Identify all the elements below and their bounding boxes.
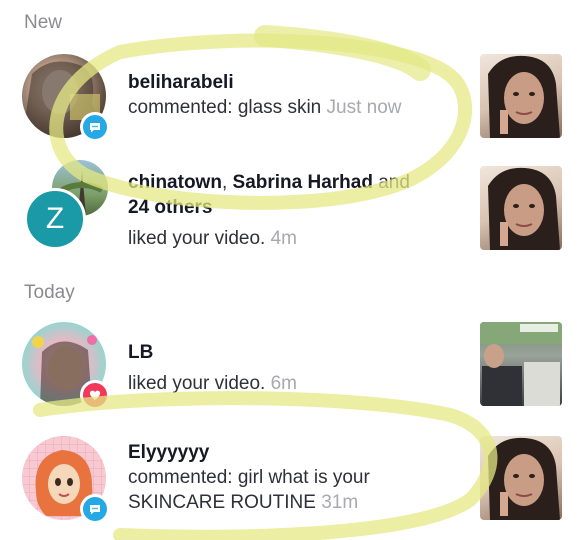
notification-username[interactable]: beliharabeli	[128, 70, 458, 95]
notification-text: commented: glass skin	[128, 97, 322, 118]
notification-item[interactable]: LB liked your video. 6m	[0, 320, 585, 420]
others-link[interactable]: 24 others	[128, 195, 458, 220]
notification-text: commented: girl what is your	[128, 467, 370, 488]
notification-time: 6m	[270, 373, 297, 394]
avatar[interactable]	[22, 436, 110, 524]
avatar[interactable]	[22, 54, 110, 142]
thumbnail-photo	[480, 322, 562, 406]
notification-item[interactable]: Z chinatown, Sabrina Harhad and 24 other…	[0, 160, 585, 260]
thumbnail-photo	[488, 167, 560, 250]
comment-icon	[80, 112, 110, 142]
video-thumbnail[interactable]	[480, 322, 562, 406]
notification-time: Just now	[326, 97, 402, 118]
video-thumbnail[interactable]	[480, 54, 562, 138]
notification-username[interactable]: Sabrina Harhad	[233, 172, 373, 193]
video-thumbnail[interactable]	[480, 436, 562, 520]
avatar-group[interactable]: Z	[22, 160, 108, 252]
notification-username[interactable]: chinatown	[128, 172, 222, 193]
avatar[interactable]	[22, 322, 110, 410]
comment-icon	[80, 494, 110, 524]
thumbnail-photo	[488, 55, 560, 138]
video-thumbnail[interactable]	[480, 166, 562, 250]
section-header-today: Today	[24, 282, 75, 303]
separator-text: ,	[221, 172, 233, 193]
notification-time: 31m	[321, 492, 359, 513]
notification-item[interactable]: Elyyyyyy commented: girl what is your SK…	[0, 432, 585, 532]
notification-text: liked your video.	[128, 228, 266, 249]
notification-username[interactable]: Elyyyyyy	[128, 440, 458, 465]
notification-time: 4m	[270, 228, 297, 249]
notification-text: liked your video.	[128, 373, 266, 394]
avatar-letter: Z	[45, 202, 65, 235]
notification-username[interactable]: LB	[128, 340, 458, 365]
avatar: Z	[24, 188, 86, 250]
connector-text: and	[372, 172, 410, 193]
notification-text-continued: SKINCARE ROUTINE	[128, 492, 316, 513]
notification-item[interactable]: beliharabeli commented: glass skin Just …	[0, 50, 585, 150]
heart-icon	[80, 380, 110, 410]
thumbnail-photo	[488, 437, 560, 520]
section-header-new: New	[24, 12, 63, 33]
